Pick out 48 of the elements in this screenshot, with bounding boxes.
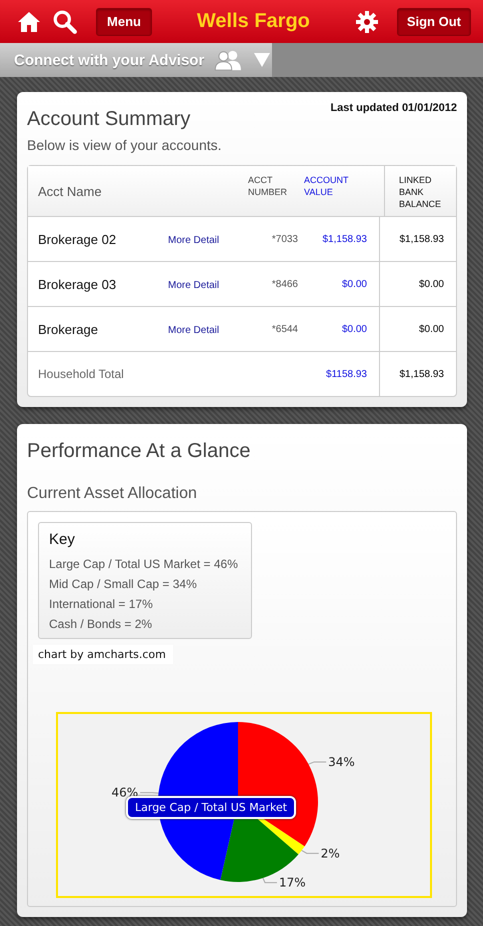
app-title: Wells Fargo xyxy=(196,10,311,33)
bank-balance: $1,158.93 xyxy=(379,217,456,261)
section-title: Performance At a Glance xyxy=(27,440,252,463)
account-name: Brokerage xyxy=(37,322,99,336)
search-icon[interactable] xyxy=(52,8,78,34)
leader-line xyxy=(301,850,320,854)
legend-item: Cash / Bonds = 2% xyxy=(49,616,154,633)
settings-icon[interactable] xyxy=(354,10,379,34)
legend-item: International = 17% xyxy=(49,596,154,613)
total-balance: $1,158.93 xyxy=(379,352,456,396)
legend-item: Mid Cap / Small Cap = 34% xyxy=(49,576,198,593)
account-number: *6544 xyxy=(270,324,299,334)
more-detail-link[interactable]: More Detail xyxy=(168,280,220,291)
sign-out-button[interactable]: Sign Out xyxy=(396,8,471,36)
column-header: LINKED BANK BALANCE xyxy=(384,166,456,216)
bank-balance: $0.00 xyxy=(379,307,456,351)
home-icon[interactable] xyxy=(16,10,42,34)
last-updated-text: Last updated 01/01/2012 xyxy=(330,102,457,114)
more-detail-link[interactable]: More Detail xyxy=(168,325,220,336)
section-title: Account Summary xyxy=(27,108,190,131)
legend-title: Key xyxy=(49,531,76,548)
section-subtitle: Current Asset Allocation xyxy=(27,485,198,503)
chart-tooltip: Large Cap / Total US Market xyxy=(126,796,296,819)
account-name: Brokerage 03 xyxy=(37,276,118,292)
section-subtitle: Below is view of your accounts. xyxy=(27,137,223,153)
household-total-label: Household Total xyxy=(37,367,125,381)
total-value: $1158.93 xyxy=(325,368,368,382)
account-value: $1,158.93 xyxy=(322,232,368,246)
account-number: *7033 xyxy=(270,234,299,244)
leader-line xyxy=(308,761,327,765)
caret-icon xyxy=(254,53,270,67)
account-value: $0.00 xyxy=(340,322,368,336)
data-label: 2% xyxy=(320,846,340,860)
column-header: ACCOUNT VALUE xyxy=(304,174,350,198)
leader-line xyxy=(262,878,278,884)
menu-button[interactable]: Menu xyxy=(96,8,152,36)
leader-line xyxy=(140,792,159,794)
account-value: $0.00 xyxy=(340,278,368,292)
chart-credit: chart by amcharts.com xyxy=(33,645,173,664)
account-name: Brokerage 02 xyxy=(37,232,118,246)
legend-item: Large Cap / Total US Market = 46% xyxy=(49,556,239,573)
more-detail-link[interactable]: More Detail xyxy=(168,235,220,246)
column-header: ACCT NUMBER xyxy=(248,174,288,198)
data-label: 34% xyxy=(328,754,355,769)
column-header: Acct Name xyxy=(37,184,103,198)
account-number: *8466 xyxy=(270,278,299,290)
bank-balance: $0.00 xyxy=(379,262,456,306)
data-label: 17% xyxy=(278,876,306,890)
